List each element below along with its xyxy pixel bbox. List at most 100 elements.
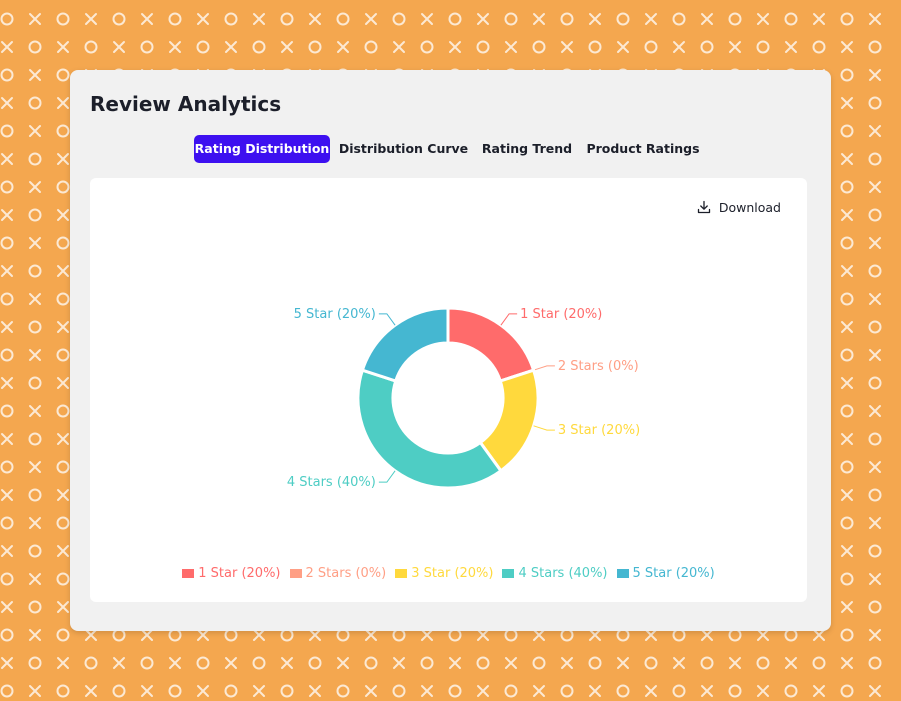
pattern-o xyxy=(28,320,42,334)
pattern-o xyxy=(140,40,154,54)
pattern-x xyxy=(57,209,69,221)
donut-slice[interactable] xyxy=(356,368,503,490)
pattern-x xyxy=(701,629,713,641)
pattern-o xyxy=(840,348,854,362)
pattern-x xyxy=(841,41,853,53)
tab-product-ratings[interactable]: Product Ratings xyxy=(583,135,703,163)
pattern-o xyxy=(868,264,882,278)
legend-item[interactable]: 4 Stars (40%) xyxy=(502,566,608,581)
label-leader-line xyxy=(500,313,518,326)
pattern-x xyxy=(869,517,881,529)
pattern-x xyxy=(841,489,853,501)
pattern-x xyxy=(197,685,209,697)
pattern-o xyxy=(28,488,42,502)
pattern-x xyxy=(841,377,853,389)
pattern-x xyxy=(29,573,41,585)
pattern-o xyxy=(504,12,518,26)
pattern-x xyxy=(729,657,741,669)
pattern-x xyxy=(505,657,517,669)
pattern-x xyxy=(309,629,321,641)
pattern-x xyxy=(197,13,209,25)
pattern-o xyxy=(56,68,70,82)
legend-item[interactable]: 5 Star (20%) xyxy=(616,565,715,581)
pattern-o xyxy=(448,684,462,698)
pattern-x xyxy=(57,377,69,389)
pattern-x xyxy=(309,685,321,697)
pattern-x xyxy=(869,461,881,473)
tab-distribution-curve[interactable]: Distribution Curve xyxy=(336,135,471,163)
chart-legend: 1 Star (20%) 2 Stars (0%) 3 Star (20%) 4 St… xyxy=(90,563,807,583)
pattern-x xyxy=(29,517,41,529)
legend-item[interactable]: 3 Star (20%) xyxy=(395,566,493,581)
pattern-x xyxy=(841,601,853,613)
pattern-o xyxy=(56,684,70,698)
pattern-x xyxy=(309,13,321,25)
pattern-o xyxy=(868,320,882,334)
pattern-o xyxy=(672,12,686,26)
pattern-o xyxy=(448,628,462,642)
label-leader-line xyxy=(378,313,396,326)
pattern-x xyxy=(477,685,489,697)
pattern-x xyxy=(645,629,657,641)
pattern-o xyxy=(196,656,210,670)
pattern-o xyxy=(56,12,70,26)
pattern-o xyxy=(0,684,14,698)
legend-label: 1 Star (20%) xyxy=(198,565,281,581)
pattern-x xyxy=(1,657,13,669)
pattern-o xyxy=(28,544,42,558)
pattern-x xyxy=(729,41,741,53)
pattern-x xyxy=(589,629,601,641)
pattern-x xyxy=(645,13,657,25)
pattern-x xyxy=(253,13,265,25)
pattern-o xyxy=(196,40,210,54)
pattern-o xyxy=(532,656,546,670)
pattern-o xyxy=(364,40,378,54)
pattern-o xyxy=(28,264,42,278)
pattern-x xyxy=(253,629,265,641)
pattern-o xyxy=(616,628,630,642)
legend-item[interactable]: 2 Stars (0%) xyxy=(289,566,386,581)
pattern-x xyxy=(617,657,629,669)
pattern-o xyxy=(0,572,14,586)
pattern-x xyxy=(29,125,41,137)
pattern-o xyxy=(0,628,14,642)
pattern-o xyxy=(84,40,98,54)
pattern-x xyxy=(869,181,881,193)
pattern-x xyxy=(449,657,461,669)
pattern-o xyxy=(840,404,854,418)
tab-rating-distribution[interactable]: Rating Distribution xyxy=(194,135,330,163)
chart-tabs: Rating Distribution Distribution Curve R… xyxy=(70,135,831,163)
legend-item[interactable]: 1 Star (20%) xyxy=(182,565,281,581)
legend-label: 5 Star (20%) xyxy=(632,565,715,581)
pattern-o xyxy=(840,572,854,586)
pattern-x xyxy=(841,545,853,557)
pattern-x xyxy=(841,265,853,277)
pattern-o xyxy=(840,68,854,82)
pattern-x xyxy=(841,657,853,669)
pattern-x xyxy=(869,405,881,417)
pattern-o xyxy=(56,628,70,642)
slice-label: 5 Star (20%) xyxy=(294,307,376,322)
pattern-x xyxy=(421,13,433,25)
pattern-o xyxy=(588,656,602,670)
pattern-x xyxy=(813,13,825,25)
pattern-x xyxy=(225,41,237,53)
legend-swatch xyxy=(182,568,195,578)
pattern-x xyxy=(29,13,41,25)
pattern-o xyxy=(868,376,882,390)
legend-swatch xyxy=(395,568,408,578)
pattern-x xyxy=(645,685,657,697)
pattern-o xyxy=(700,40,714,54)
pattern-o xyxy=(504,628,518,642)
pattern-x xyxy=(421,685,433,697)
pattern-o xyxy=(728,628,742,642)
pattern-o xyxy=(868,544,882,558)
pattern-x xyxy=(225,657,237,669)
pattern-x xyxy=(841,209,853,221)
pattern-x xyxy=(29,349,41,361)
pattern-o xyxy=(560,12,574,26)
pattern-o xyxy=(840,124,854,138)
pattern-x xyxy=(57,265,69,277)
tab-rating-trend[interactable]: Rating Trend xyxy=(477,135,577,163)
pattern-x xyxy=(57,153,69,165)
